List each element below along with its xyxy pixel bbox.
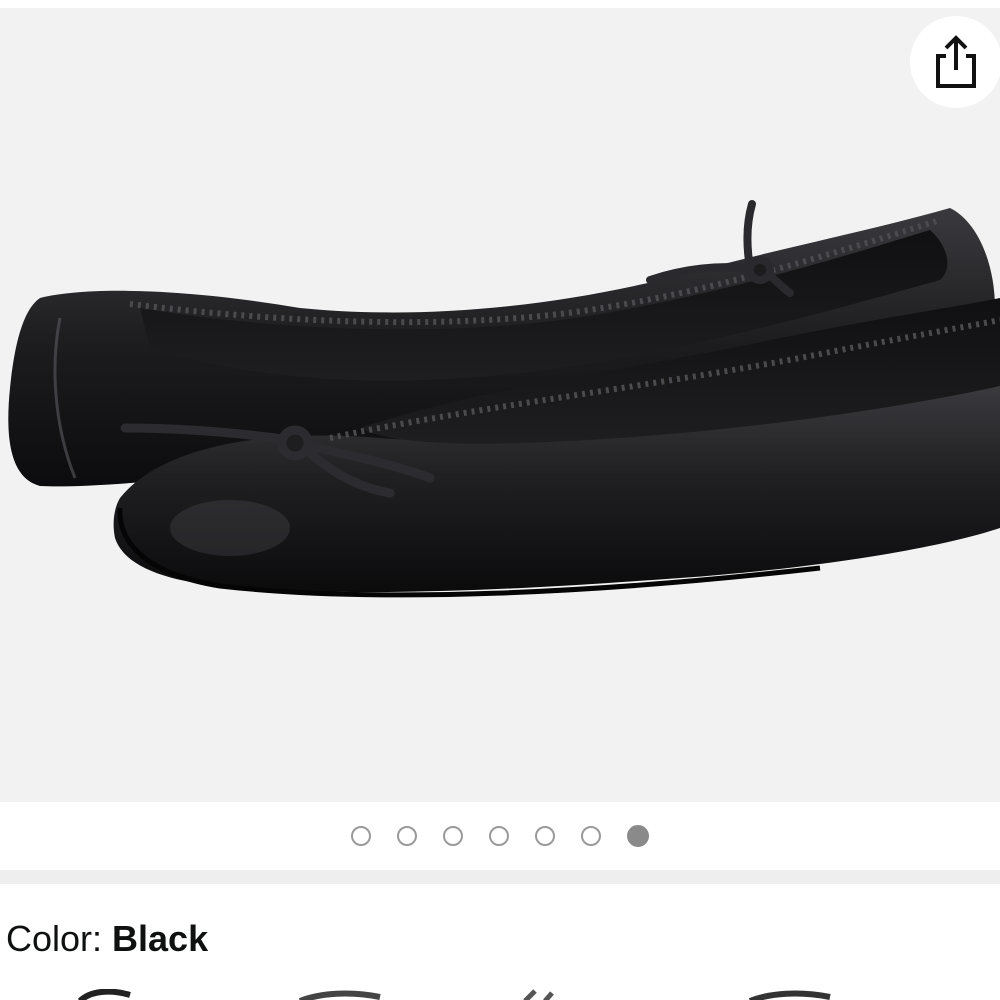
- carousel-dot[interactable]: [443, 826, 463, 846]
- color-selection: Color: Black: [6, 918, 208, 960]
- share-button[interactable]: [910, 16, 1000, 108]
- carousel-dot[interactable]: [627, 825, 649, 847]
- carousel-dot[interactable]: [351, 826, 371, 846]
- carousel-pagination: [0, 802, 1000, 870]
- top-strip: [0, 0, 1000, 8]
- carousel-dot[interactable]: [581, 826, 601, 846]
- carousel-dot[interactable]: [489, 826, 509, 846]
- product-image[interactable]: [0, 8, 1000, 802]
- carousel-dot[interactable]: [397, 826, 417, 846]
- product-image-carousel[interactable]: [0, 8, 1000, 802]
- color-value: Black: [112, 918, 209, 959]
- share-icon: [936, 35, 976, 88]
- carousel-dot[interactable]: [535, 826, 555, 846]
- color-swatch-row[interactable]: [0, 988, 1000, 1000]
- section-divider: [0, 870, 1000, 884]
- color-label: Color:: [6, 918, 113, 959]
